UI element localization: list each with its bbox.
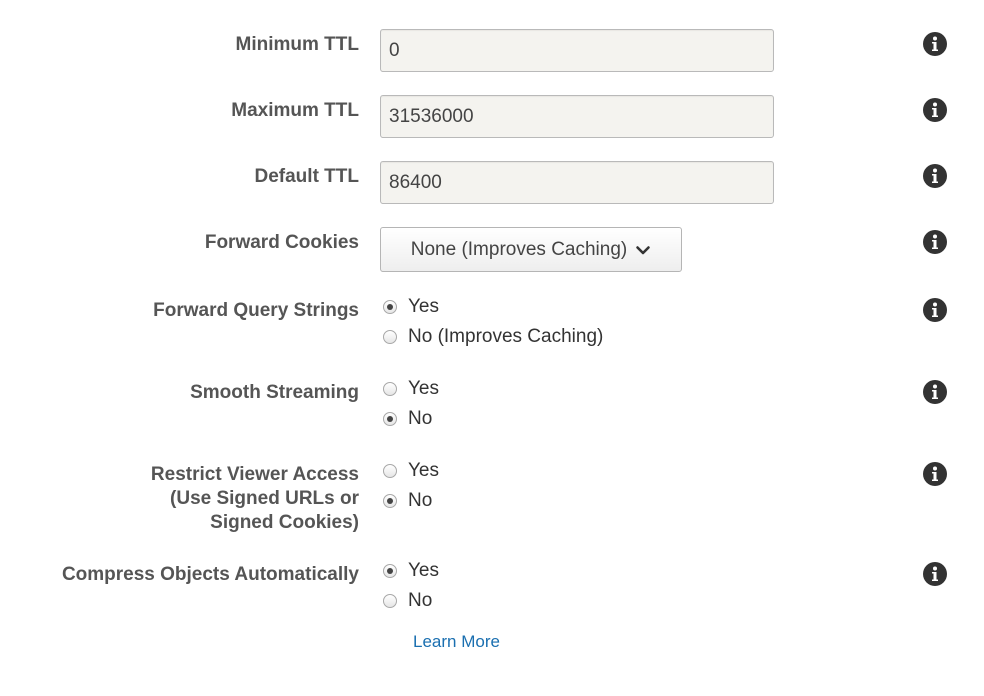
forward-query-strings-no-radio[interactable]: No (Improves Caching) <box>383 324 603 350</box>
info-icon[interactable] <box>923 230 947 254</box>
smooth-streaming-label: Smooth Streaming <box>190 382 359 403</box>
info-icon[interactable] <box>923 32 947 56</box>
dropdown-selected-value: None (Improves Caching) <box>410 238 628 260</box>
radio-button[interactable] <box>383 330 397 344</box>
compress-objects-no-radio[interactable]: No <box>383 588 432 614</box>
radio-label: Yes <box>408 460 439 481</box>
minimum-ttl-input[interactable] <box>380 29 774 72</box>
learn-more-link[interactable]: Learn More <box>413 632 500 652</box>
forward-query-strings-yes-radio[interactable]: Yes <box>383 294 439 320</box>
radio-button-checked[interactable] <box>383 564 397 578</box>
forward-query-strings-label: Forward Query Strings <box>153 300 359 321</box>
restrict-viewer-access-label: Restrict Viewer Access (Use Signed URLs … <box>151 463 359 535</box>
forward-cookies-label: Forward Cookies <box>204 232 359 253</box>
maximum-ttl-input[interactable] <box>380 95 774 138</box>
chevron-down-icon <box>635 242 651 258</box>
info-icon[interactable] <box>923 562 947 586</box>
radio-label: No (Improves Caching) <box>408 326 604 347</box>
radio-button[interactable] <box>383 464 397 478</box>
info-icon[interactable] <box>923 380 947 404</box>
radio-label: No <box>408 408 433 429</box>
compress-objects-label: Compress Objects Automatically <box>61 564 359 585</box>
radio-label: No <box>408 590 433 611</box>
radio-button[interactable] <box>383 594 397 608</box>
info-icon[interactable] <box>923 298 947 322</box>
info-icon[interactable] <box>923 98 947 122</box>
label-line: Restrict Viewer Access <box>150 464 359 485</box>
radio-button-checked[interactable] <box>383 494 397 508</box>
compress-objects-yes-radio[interactable]: Yes <box>383 558 439 584</box>
smooth-streaming-no-radio[interactable]: No <box>383 406 432 432</box>
restrict-viewer-access-no-radio[interactable]: No <box>383 488 432 514</box>
radio-button-checked[interactable] <box>383 300 397 314</box>
radio-label: Yes <box>408 560 439 581</box>
default-ttl-label: Default TTL <box>254 166 360 187</box>
radio-button[interactable] <box>383 382 397 396</box>
radio-label: Yes <box>408 378 439 399</box>
label-line: Signed Cookies) <box>210 512 359 533</box>
info-icon[interactable] <box>923 462 947 486</box>
default-ttl-input[interactable] <box>380 161 774 204</box>
radio-label: No <box>408 490 433 511</box>
smooth-streaming-yes-radio[interactable]: Yes <box>383 376 439 402</box>
restrict-viewer-access-yes-radio[interactable]: Yes <box>383 458 439 484</box>
radio-label: Yes <box>408 296 439 317</box>
label-line: (Use Signed URLs or <box>170 488 359 509</box>
forward-cookies-dropdown[interactable]: None (Improves Caching) <box>380 227 682 272</box>
radio-button-checked[interactable] <box>383 412 397 426</box>
minimum-ttl-label: Minimum TTL <box>235 34 359 55</box>
info-icon[interactable] <box>923 164 947 188</box>
maximum-ttl-label: Maximum TTL <box>231 100 359 121</box>
